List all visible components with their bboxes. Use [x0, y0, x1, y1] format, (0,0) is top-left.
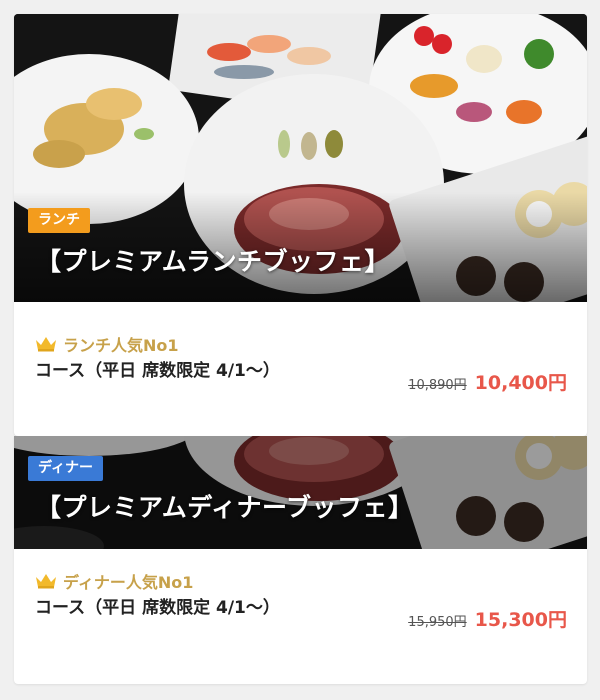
- sale-price: 10,400円: [474, 372, 567, 394]
- sale-price: 15,300円: [474, 609, 567, 631]
- plan-card-lunch[interactable]: ランチ 【プレミアムランチブッフェ】 ランチ人気No1 コース（平日 席数限定 …: [14, 14, 587, 436]
- course-name: コース（平日 席数限定 4/1〜）: [35, 361, 280, 381]
- popular-text: ディナー人気No1: [63, 573, 194, 592]
- crown-icon: [36, 574, 56, 589]
- original-price: 15,950円: [408, 615, 467, 630]
- plan-details: ディナー人気No1 コース（平日 席数限定 4/1〜） 15,950円 15,3…: [14, 549, 587, 684]
- price-block: 15,950円 15,300円: [408, 605, 567, 632]
- plan-photo[interactable]: ディナー 【プレミアムディナーブッフェ】: [14, 436, 587, 549]
- course-name: コース（平日 席数限定 4/1〜）: [35, 598, 280, 618]
- price-block: 10,890円 10,400円: [408, 368, 567, 395]
- lunch-badge: ランチ: [28, 208, 90, 233]
- plan-details: ランチ人気No1 コース（平日 席数限定 4/1〜） 10,890円 10,40…: [14, 302, 587, 436]
- popular-label: ディナー人気No1: [35, 569, 193, 593]
- popular-text: ランチ人気No1: [63, 336, 179, 355]
- plan-card-dinner[interactable]: ディナー 【プレミアムディナーブッフェ】 ディナー人気No1 コース（平日 席数…: [14, 436, 587, 684]
- popular-label: ランチ人気No1: [35, 332, 179, 356]
- plan-title: 【プレミアムディナーブッフェ】: [36, 493, 414, 522]
- original-price: 10,890円: [408, 378, 467, 393]
- crown-icon: [36, 337, 56, 352]
- plan-photo[interactable]: ランチ 【プレミアムランチブッフェ】: [14, 14, 587, 302]
- plan-title: 【プレミアムランチブッフェ】: [36, 247, 391, 276]
- dinner-badge: ディナー: [28, 456, 104, 481]
